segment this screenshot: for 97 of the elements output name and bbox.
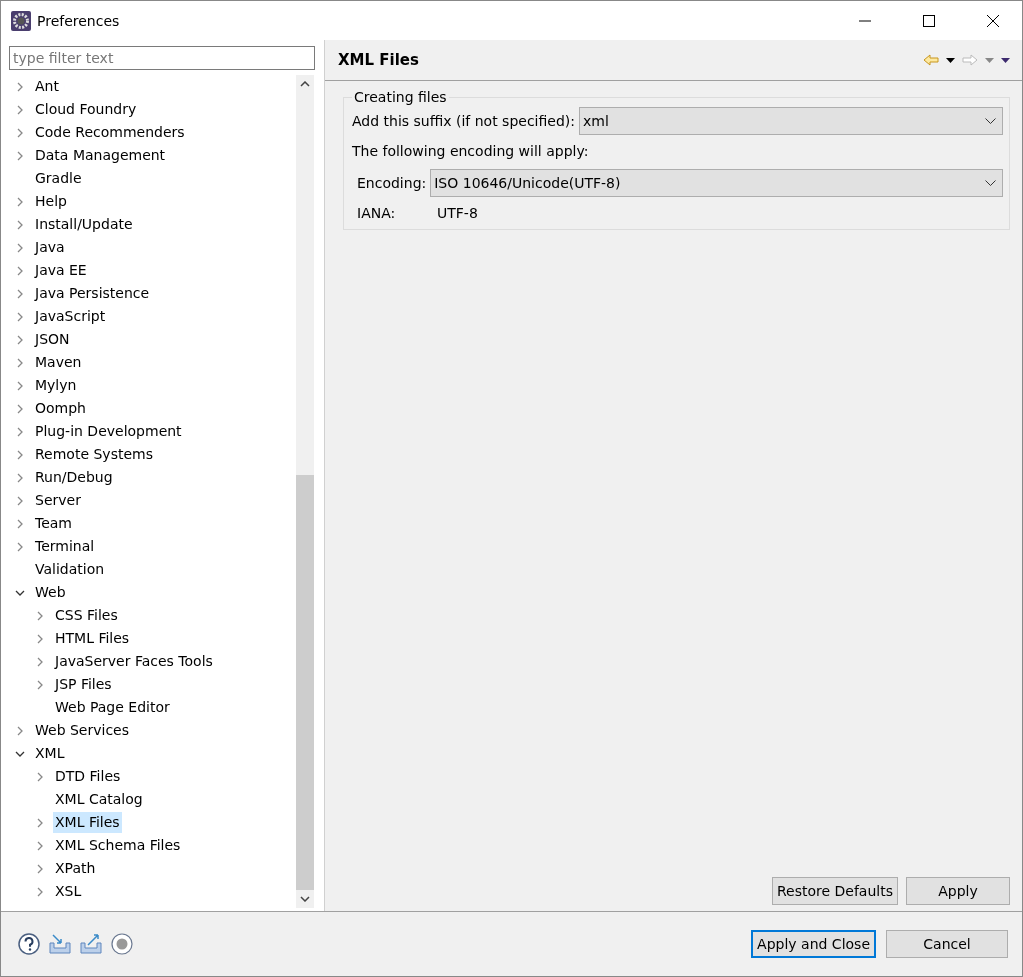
window-title: Preferences: [37, 12, 120, 29]
chevron-right-icon[interactable]: [35, 886, 45, 897]
tree-item[interactable]: HTML Files: [53, 628, 132, 649]
chevron-right-icon[interactable]: [15, 380, 25, 391]
scroll-up-icon[interactable]: [300, 81, 310, 87]
chevron-right-icon[interactable]: [15, 495, 25, 506]
tree-item[interactable]: Code Recommenders: [33, 122, 187, 143]
suffix-dropdown[interactable]: xml: [579, 107, 1003, 135]
tree-item[interactable]: Cloud Foundry: [33, 99, 139, 120]
chevron-right-icon[interactable]: [15, 541, 25, 552]
maximize-icon[interactable]: [923, 14, 935, 27]
field-label: IANA:: [357, 205, 397, 221]
tree-item[interactable]: XML Files: [53, 812, 122, 833]
chevron-right-icon[interactable]: [35, 633, 45, 644]
chevron-right-icon[interactable]: [15, 196, 25, 207]
tree-item[interactable]: XPath: [53, 858, 98, 879]
tree-item[interactable]: XML Schema Files: [53, 835, 183, 856]
chevron-right-icon[interactable]: [15, 449, 25, 460]
tree-item[interactable]: Run/Debug: [33, 467, 115, 488]
chevron-right-icon[interactable]: [15, 357, 25, 368]
chevron-right-icon[interactable]: [15, 426, 25, 437]
tree-item[interactable]: Web: [33, 582, 68, 603]
tree-item[interactable]: Validation: [33, 559, 107, 580]
tree-item[interactable]: JavaScript: [33, 306, 108, 327]
tree-item[interactable]: Ant: [33, 76, 61, 97]
chevron-right-icon[interactable]: [35, 656, 45, 667]
tree-item[interactable]: Team: [33, 513, 74, 534]
chevron-right-icon[interactable]: [15, 127, 25, 138]
tree-item[interactable]: Java EE: [33, 260, 89, 281]
chevron-right-icon[interactable]: [15, 150, 25, 161]
chevron-down-icon: [985, 118, 996, 124]
tree-item[interactable]: JSON: [33, 329, 72, 350]
scrollbar[interactable]: [296, 75, 314, 908]
chevron-right-icon[interactable]: [15, 288, 25, 299]
tree-item[interactable]: Plug-in Development: [33, 421, 184, 442]
tree-item[interactable]: Oomph: [33, 398, 88, 419]
tree-item[interactable]: JSP Files: [53, 674, 114, 695]
tree-item[interactable]: Help: [33, 191, 69, 212]
record-icon[interactable]: [111, 933, 133, 955]
field-label: Add this suffix (if not specified):: [352, 113, 575, 129]
import-icon[interactable]: [49, 934, 71, 954]
tree-item[interactable]: Data Management: [33, 145, 168, 166]
chevron-right-icon[interactable]: [15, 518, 25, 529]
info-text: The following encoding will apply:: [352, 143, 590, 159]
gear-icon: [11, 10, 31, 31]
tree-item[interactable]: Terminal: [33, 536, 97, 557]
tree-item[interactable]: Web Page Editor: [53, 697, 172, 718]
chevron-right-icon[interactable]: [35, 771, 45, 782]
tree-item[interactable]: DTD Files: [53, 766, 123, 787]
encoding-dropdown[interactable]: ISO 10646/Unicode(UTF-8): [430, 169, 1003, 197]
tree-item[interactable]: Remote Systems: [33, 444, 155, 465]
chevron-right-icon[interactable]: [15, 219, 25, 230]
chevron-right-icon[interactable]: [35, 610, 45, 621]
chevron-down-icon: [985, 180, 996, 186]
field-label: Encoding:: [357, 175, 427, 191]
group-title: Creating files: [353, 89, 448, 105]
tree-item[interactable]: JavaServer Faces Tools: [53, 651, 215, 672]
tree-item[interactable]: XML Catalog: [53, 789, 145, 810]
scrollbar-thumb[interactable]: [296, 475, 314, 890]
tree-item[interactable]: Web Services: [33, 720, 131, 741]
chevron-right-icon[interactable]: [15, 242, 25, 253]
tree-item[interactable]: Mylyn: [33, 375, 79, 396]
chevron-right-icon[interactable]: [15, 725, 25, 736]
chevron-right-icon[interactable]: [15, 81, 25, 92]
chevron-right-icon[interactable]: [35, 863, 45, 874]
scroll-down-icon[interactable]: [300, 896, 310, 902]
button[interactable]: Restore Defaults: [771, 877, 898, 905]
button[interactable]: Cancel: [886, 930, 1008, 958]
back-arrow-icon[interactable]: [923, 54, 939, 66]
tree-item[interactable]: XSL: [53, 881, 84, 902]
tree-item[interactable]: Server: [33, 490, 83, 511]
export-icon[interactable]: [80, 934, 102, 954]
chevron-right-icon[interactable]: [35, 817, 45, 828]
dropdown-icon[interactable]: [946, 57, 955, 63]
chevron-right-icon[interactable]: [15, 334, 25, 345]
help-icon[interactable]: [18, 933, 40, 955]
tree-item[interactable]: XML: [33, 743, 67, 764]
tree-item[interactable]: Install/Update: [33, 214, 135, 235]
button[interactable]: Apply and Close: [751, 930, 876, 958]
chevron-right-icon[interactable]: [15, 265, 25, 276]
chevron-right-icon[interactable]: [15, 403, 25, 414]
chevron-right-icon[interactable]: [35, 679, 45, 690]
field-value: UTF-8: [437, 205, 478, 221]
tree-item[interactable]: Maven: [33, 352, 84, 373]
filter-field[interactable]: type filter text: [9, 46, 315, 70]
menu-icon[interactable]: [1001, 57, 1010, 63]
tree-item[interactable]: CSS Files: [53, 605, 120, 626]
tree-item[interactable]: Java Persistence: [33, 283, 152, 304]
tree-item[interactable]: Gradle: [33, 168, 84, 189]
chevron-right-icon[interactable]: [35, 840, 45, 851]
chevron-right-icon[interactable]: [15, 472, 25, 483]
chevron-right-icon[interactable]: [15, 311, 25, 322]
close-icon[interactable]: [987, 14, 999, 27]
tree-item[interactable]: Java: [33, 237, 67, 258]
chevron-right-icon[interactable]: [15, 104, 25, 115]
button[interactable]: Apply: [906, 877, 1010, 905]
page-title: XML Files: [338, 51, 419, 69]
